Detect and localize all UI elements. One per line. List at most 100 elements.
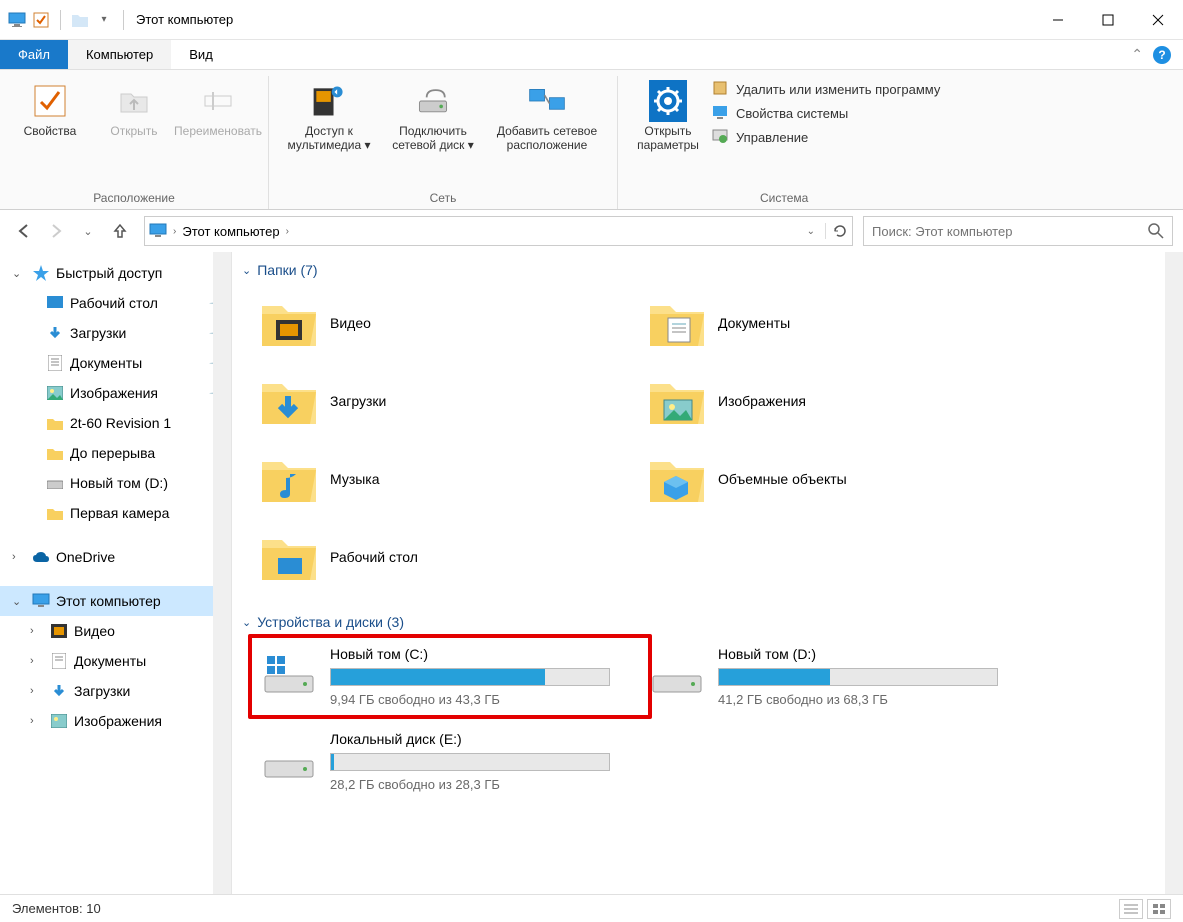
folder-videos[interactable]: Видео bbox=[260, 294, 640, 352]
chevron-right-icon[interactable]: › bbox=[12, 551, 26, 563]
manage-label: Управление bbox=[736, 130, 808, 145]
open-button[interactable]: Открыть bbox=[94, 76, 174, 144]
sidebar-folder-break[interactable]: До перерыва bbox=[0, 438, 231, 468]
minimize-button[interactable] bbox=[1033, 2, 1083, 38]
ribbon-group-location: Свойства Открыть Переименовать Расположе… bbox=[0, 76, 269, 209]
folder-label: Изображения bbox=[718, 393, 806, 409]
address-chevron-icon-2[interactable]: › bbox=[286, 226, 289, 237]
folder-desktop[interactable]: Рабочий стол bbox=[260, 528, 640, 586]
sidebar-documents-pc[interactable]: › Документы bbox=[0, 646, 231, 676]
group-header-drives[interactable]: ⌄ Устройства и диски (3) bbox=[242, 610, 1183, 634]
drive-e[interactable]: Локальный диск (E:) 28,2 ГБ свободно из … bbox=[260, 731, 640, 792]
content-pane[interactable]: ⌄ Папки (7) Видео Документы Загрузки Изо… bbox=[232, 252, 1183, 894]
folder-3d-objects[interactable]: Объемные объекты bbox=[648, 450, 1028, 508]
chevron-right-icon[interactable]: › bbox=[30, 625, 44, 637]
sidebar-pictures-pc[interactable]: › Изображения bbox=[0, 706, 231, 736]
sidebar-videos[interactable]: › Видео bbox=[0, 616, 231, 646]
chevron-right-icon[interactable]: › bbox=[30, 655, 44, 667]
navigation-pane[interactable]: ⌄ Быстрый доступ Рабочий стол 📌 Загрузки… bbox=[0, 252, 232, 894]
add-network-location-button[interactable]: Добавить сетевое расположение bbox=[487, 76, 607, 159]
refresh-button[interactable] bbox=[825, 223, 848, 239]
search-input[interactable] bbox=[872, 224, 1148, 239]
sidebar-label: Этот компьютер bbox=[56, 593, 161, 609]
drive-c[interactable]: Новый том (C:) 9,94 ГБ свободно из 43,3 … bbox=[248, 634, 652, 719]
sidebar-label: Первая камера bbox=[70, 505, 169, 521]
sidebar-downloads[interactable]: Загрузки 📌 bbox=[0, 318, 231, 348]
system-properties-button[interactable]: Свойства системы bbox=[712, 104, 940, 122]
navigation-bar: ⌄ › Этот компьютер › ⌄ bbox=[0, 210, 1183, 252]
folder-pictures[interactable]: Изображения bbox=[648, 372, 1028, 430]
maximize-button[interactable] bbox=[1083, 2, 1133, 38]
rename-button[interactable]: Переименовать bbox=[178, 76, 258, 144]
sys-props-label: Свойства системы bbox=[736, 106, 848, 121]
titlebar: ▾ Этот компьютер bbox=[0, 0, 1183, 40]
open-settings-button[interactable]: Открыть параметры bbox=[628, 76, 708, 159]
drive-icon bbox=[46, 474, 64, 492]
address-dropdown-icon[interactable]: ⌄ bbox=[807, 226, 815, 237]
chevron-down-icon: ⌄ bbox=[242, 264, 251, 277]
media-access-button[interactable]: Доступ к мультимедиа ▾ bbox=[279, 76, 379, 159]
sidebar-desktop[interactable]: Рабочий стол 📌 bbox=[0, 288, 231, 318]
chevron-right-icon[interactable]: › bbox=[30, 685, 44, 697]
ribbon-collapse-icon[interactable]: ⌃ bbox=[1131, 46, 1143, 63]
drive-name: Новый том (C:) bbox=[330, 646, 640, 662]
folder-label: Объемные объекты bbox=[718, 471, 847, 487]
drives-grid: Новый том (C:) 9,94 ГБ свободно из 43,3 … bbox=[242, 634, 1183, 804]
drive-d[interactable]: Новый том (D:) 41,2 ГБ свободно из 68,3 … bbox=[648, 646, 1028, 707]
sidebar-scrollbar[interactable] bbox=[213, 252, 231, 894]
group-header-folders[interactable]: ⌄ Папки (7) bbox=[242, 258, 1183, 282]
properties-button[interactable]: Свойства bbox=[10, 76, 90, 144]
sidebar-this-pc[interactable]: ⌄ Этот компьютер bbox=[0, 586, 231, 616]
content-scrollbar[interactable] bbox=[1165, 252, 1183, 894]
address-chevron-icon[interactable]: › bbox=[173, 226, 176, 237]
address-bar[interactable]: › Этот компьютер › ⌄ bbox=[144, 216, 853, 246]
search-box[interactable] bbox=[863, 216, 1173, 246]
folder-qat-icon[interactable] bbox=[71, 11, 89, 29]
properties-icon bbox=[31, 82, 69, 120]
download-icon bbox=[46, 324, 64, 342]
music-folder-icon bbox=[260, 450, 318, 508]
help-icon[interactable]: ? bbox=[1153, 46, 1171, 64]
tiles-view-button[interactable] bbox=[1147, 899, 1171, 919]
statusbar: Элементов: 10 bbox=[0, 894, 1183, 922]
uninstall-icon bbox=[712, 80, 730, 98]
folder-music[interactable]: Музыка bbox=[260, 450, 640, 508]
chevron-down-icon[interactable]: ⌄ bbox=[12, 595, 26, 608]
manage-button[interactable]: Управление bbox=[712, 128, 940, 146]
location-group-label: Расположение bbox=[10, 187, 258, 209]
address-segment[interactable]: Этот компьютер bbox=[182, 224, 279, 239]
sidebar-documents[interactable]: Документы 📌 bbox=[0, 348, 231, 378]
sidebar-downloads-pc[interactable]: › Загрузки bbox=[0, 676, 231, 706]
folder-icon bbox=[46, 504, 64, 522]
address-pc-icon bbox=[149, 223, 167, 239]
chevron-down-icon[interactable]: ⌄ bbox=[12, 267, 26, 280]
close-button[interactable] bbox=[1133, 2, 1183, 38]
qat-dropdown-icon[interactable]: ▾ bbox=[95, 11, 113, 29]
sidebar-quick-access[interactable]: ⌄ Быстрый доступ bbox=[0, 258, 231, 288]
details-view-button[interactable] bbox=[1119, 899, 1143, 919]
folder-icon bbox=[46, 414, 64, 432]
search-icon[interactable] bbox=[1148, 223, 1164, 239]
sidebar-drive-d[interactable]: Новый том (D:) bbox=[0, 468, 231, 498]
tab-computer[interactable]: Компьютер bbox=[68, 40, 171, 69]
folder-downloads[interactable]: Загрузки bbox=[260, 372, 640, 430]
network-group-label: Сеть bbox=[279, 187, 607, 209]
map-drive-button[interactable]: Подключить сетевой диск ▾ bbox=[383, 76, 483, 159]
properties-label: Свойства bbox=[24, 124, 77, 138]
sidebar-folder-camera[interactable]: Первая камера bbox=[0, 498, 231, 528]
back-button[interactable] bbox=[10, 217, 38, 245]
properties-qat-icon[interactable] bbox=[32, 11, 50, 29]
folder-documents[interactable]: Документы bbox=[648, 294, 1028, 352]
tab-view[interactable]: Вид bbox=[171, 40, 231, 69]
uninstall-program-button[interactable]: Удалить или изменить программу bbox=[712, 80, 940, 98]
chevron-right-icon[interactable]: › bbox=[30, 715, 44, 727]
sidebar-pictures[interactable]: Изображения 📌 bbox=[0, 378, 231, 408]
sidebar-onedrive[interactable]: › OneDrive bbox=[0, 542, 231, 572]
item-count: Элементов: 10 bbox=[12, 901, 101, 916]
recent-locations-button[interactable]: ⌄ bbox=[74, 217, 102, 245]
forward-button[interactable] bbox=[42, 217, 70, 245]
tab-file[interactable]: Файл bbox=[0, 40, 68, 69]
sidebar-folder-revision[interactable]: 2t-60 Revision 1 bbox=[0, 408, 231, 438]
sidebar-label: До перерыва bbox=[70, 445, 155, 461]
up-button[interactable] bbox=[106, 217, 134, 245]
